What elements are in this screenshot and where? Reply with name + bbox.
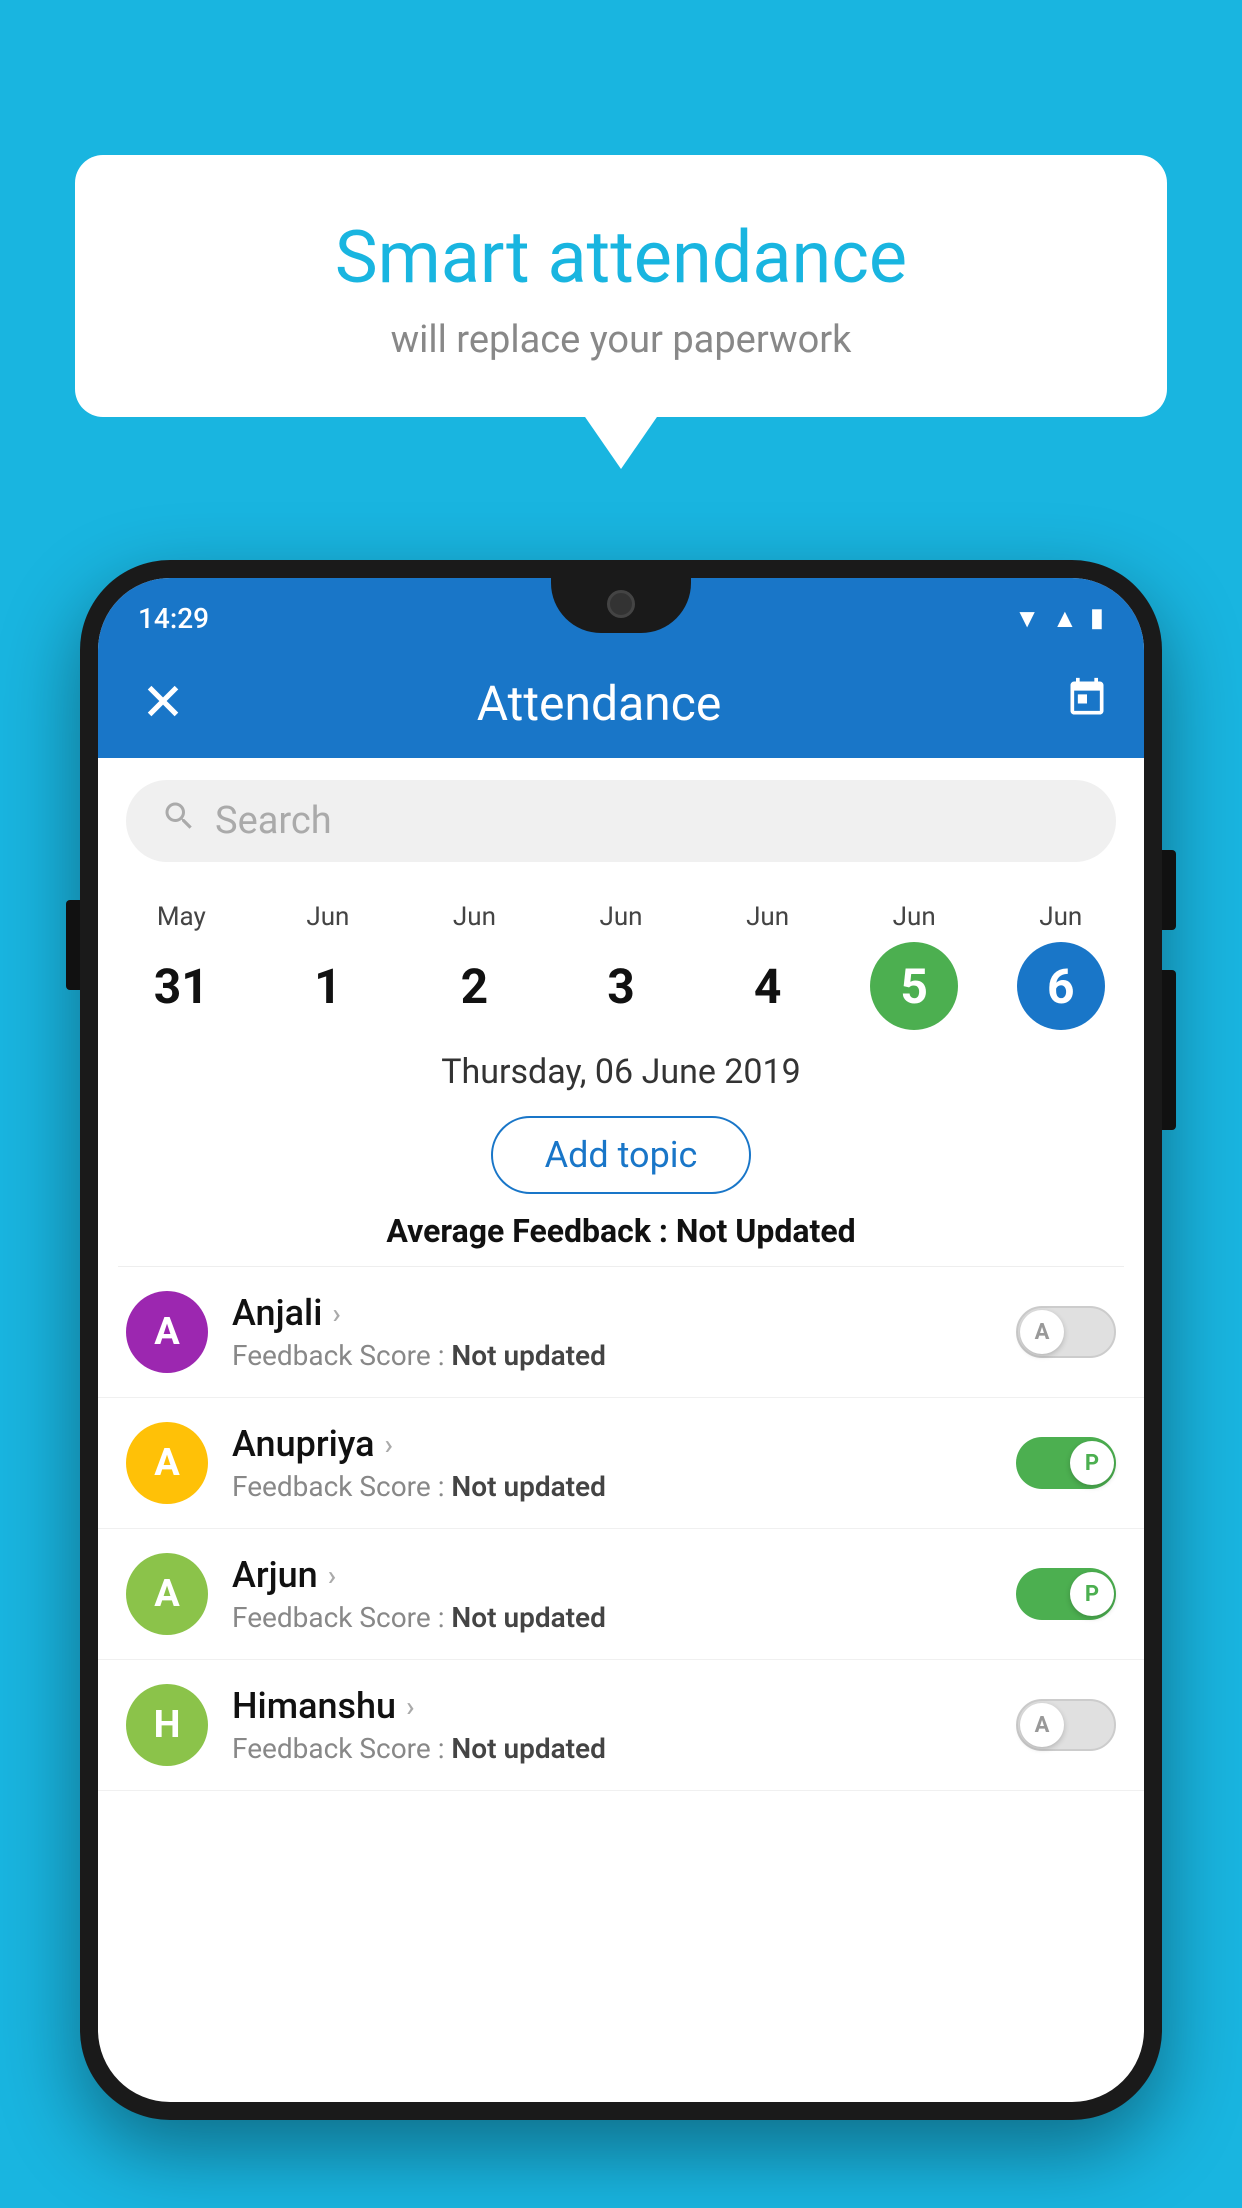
feedback-score: Feedback Score : Not updated — [232, 1339, 992, 1372]
add-topic-container: Add topic — [98, 1108, 1144, 1212]
toggle-container: P — [1016, 1437, 1116, 1489]
phone-inner: 14:29 ▼ ▲ ▮ ✕ Attendance — [98, 578, 1144, 2102]
avg-feedback: Average Feedback : Not Updated — [98, 1212, 1144, 1266]
attendance-toggle[interactable]: A — [1016, 1306, 1116, 1358]
app-title: Attendance — [133, 675, 1065, 732]
day-number[interactable]: 3 — [577, 942, 665, 1030]
bubble-title: Smart attendance — [125, 215, 1117, 300]
camera — [607, 590, 635, 618]
student-info: Himanshu › Feedback Score : Not updated — [232, 1685, 992, 1765]
side-button-left — [66, 900, 80, 990]
app-bar: ✕ Attendance — [98, 648, 1144, 758]
search-placeholder: Search — [215, 799, 332, 843]
avatar: A — [126, 1291, 208, 1373]
calendar-button[interactable] — [1065, 676, 1109, 731]
student-item[interactable]: A Anupriya › Feedback Score : Not updated P — [98, 1398, 1144, 1529]
student-item[interactable]: H Himanshu › Feedback Score : Not updated A — [98, 1660, 1144, 1791]
student-item[interactable]: A Anjali › Feedback Score : Not updated A — [98, 1267, 1144, 1398]
day-number[interactable]: 31 — [137, 942, 225, 1030]
chevron-icon: › — [385, 1428, 393, 1461]
day-number[interactable]: 1 — [284, 942, 372, 1030]
day-number[interactable]: 5 — [870, 942, 958, 1030]
phone-frame: 14:29 ▼ ▲ ▮ ✕ Attendance — [80, 560, 1162, 2120]
search-bar[interactable]: Search — [126, 780, 1116, 862]
signal-icon: ▲ — [1052, 603, 1078, 634]
date-col[interactable]: May 31 — [108, 902, 255, 1030]
avatar: A — [126, 1422, 208, 1504]
month-label: Jun — [453, 902, 496, 932]
student-item[interactable]: A Arjun › Feedback Score : Not updated P — [98, 1529, 1144, 1660]
month-label: Jun — [893, 902, 936, 932]
student-list: AAnjali ›Feedback Score : Not updatedAAA… — [98, 1267, 1144, 1791]
add-topic-button[interactable]: Add topic — [491, 1116, 752, 1194]
avg-feedback-label: Average Feedback : — [386, 1212, 675, 1250]
chevron-icon: › — [406, 1690, 414, 1723]
student-info: Arjun › Feedback Score : Not updated — [232, 1554, 992, 1634]
side-button-right-bottom — [1162, 970, 1176, 1130]
feedback-score: Feedback Score : Not updated — [232, 1601, 992, 1634]
toggle-knob: A — [1020, 1310, 1064, 1354]
toggle-container: P — [1016, 1568, 1116, 1620]
student-info: Anupriya › Feedback Score : Not updated — [232, 1423, 992, 1503]
date-col[interactable]: Jun 3 — [548, 902, 695, 1030]
month-label: Jun — [306, 902, 349, 932]
avatar: A — [126, 1553, 208, 1635]
avg-feedback-value: Not Updated — [676, 1212, 856, 1250]
date-col[interactable]: Jun 4 — [694, 902, 841, 1030]
student-name: Himanshu › — [232, 1685, 992, 1727]
phone-container: 14:29 ▼ ▲ ▮ ✕ Attendance — [80, 560, 1162, 2208]
attendance-toggle[interactable]: P — [1016, 1437, 1116, 1489]
student-name: Anupriya › — [232, 1423, 992, 1465]
student-info: Anjali › Feedback Score : Not updated — [232, 1292, 992, 1372]
wifi-icon: ▼ — [1014, 603, 1040, 634]
toggle-knob: P — [1070, 1572, 1114, 1616]
side-button-right-top — [1162, 850, 1176, 930]
toggle-knob: P — [1070, 1441, 1114, 1485]
chevron-icon: › — [328, 1559, 336, 1592]
date-picker: May 31 Jun 1 Jun 2 Jun 3 Jun 4 Jun 5 Jun 6 — [98, 884, 1144, 1030]
avatar: H — [126, 1684, 208, 1766]
day-number[interactable]: 6 — [1017, 942, 1105, 1030]
day-number[interactable]: 4 — [724, 942, 812, 1030]
student-name: Arjun › — [232, 1554, 992, 1596]
selected-date: Thursday, 06 June 2019 — [98, 1030, 1144, 1108]
search-container: Search — [98, 758, 1144, 884]
search-icon — [161, 798, 197, 844]
month-label: May — [157, 902, 206, 932]
speech-bubble-container: Smart attendance will replace your paper… — [75, 155, 1167, 417]
status-icons: ▼ ▲ ▮ — [1014, 603, 1104, 634]
feedback-score: Feedback Score : Not updated — [232, 1732, 992, 1765]
toggle-container: A — [1016, 1699, 1116, 1751]
toggle-container: A — [1016, 1306, 1116, 1358]
date-col[interactable]: Jun 5 — [841, 902, 988, 1030]
bubble-subtitle: will replace your paperwork — [125, 318, 1117, 362]
month-label: Jun — [600, 902, 643, 932]
date-col[interactable]: Jun 1 — [255, 902, 402, 1030]
attendance-toggle[interactable]: P — [1016, 1568, 1116, 1620]
feedback-score: Feedback Score : Not updated — [232, 1470, 992, 1503]
toggle-knob: A — [1020, 1703, 1064, 1747]
month-label: Jun — [1039, 902, 1082, 932]
date-col[interactable]: Jun 2 — [401, 902, 548, 1030]
date-col[interactable]: Jun 6 — [987, 902, 1134, 1030]
student-name: Anjali › — [232, 1292, 992, 1334]
attendance-toggle[interactable]: A — [1016, 1699, 1116, 1751]
battery-icon: ▮ — [1090, 603, 1104, 633]
speech-bubble: Smart attendance will replace your paper… — [75, 155, 1167, 417]
day-number[interactable]: 2 — [430, 942, 518, 1030]
chevron-icon: › — [332, 1297, 340, 1330]
month-label: Jun — [746, 902, 789, 932]
